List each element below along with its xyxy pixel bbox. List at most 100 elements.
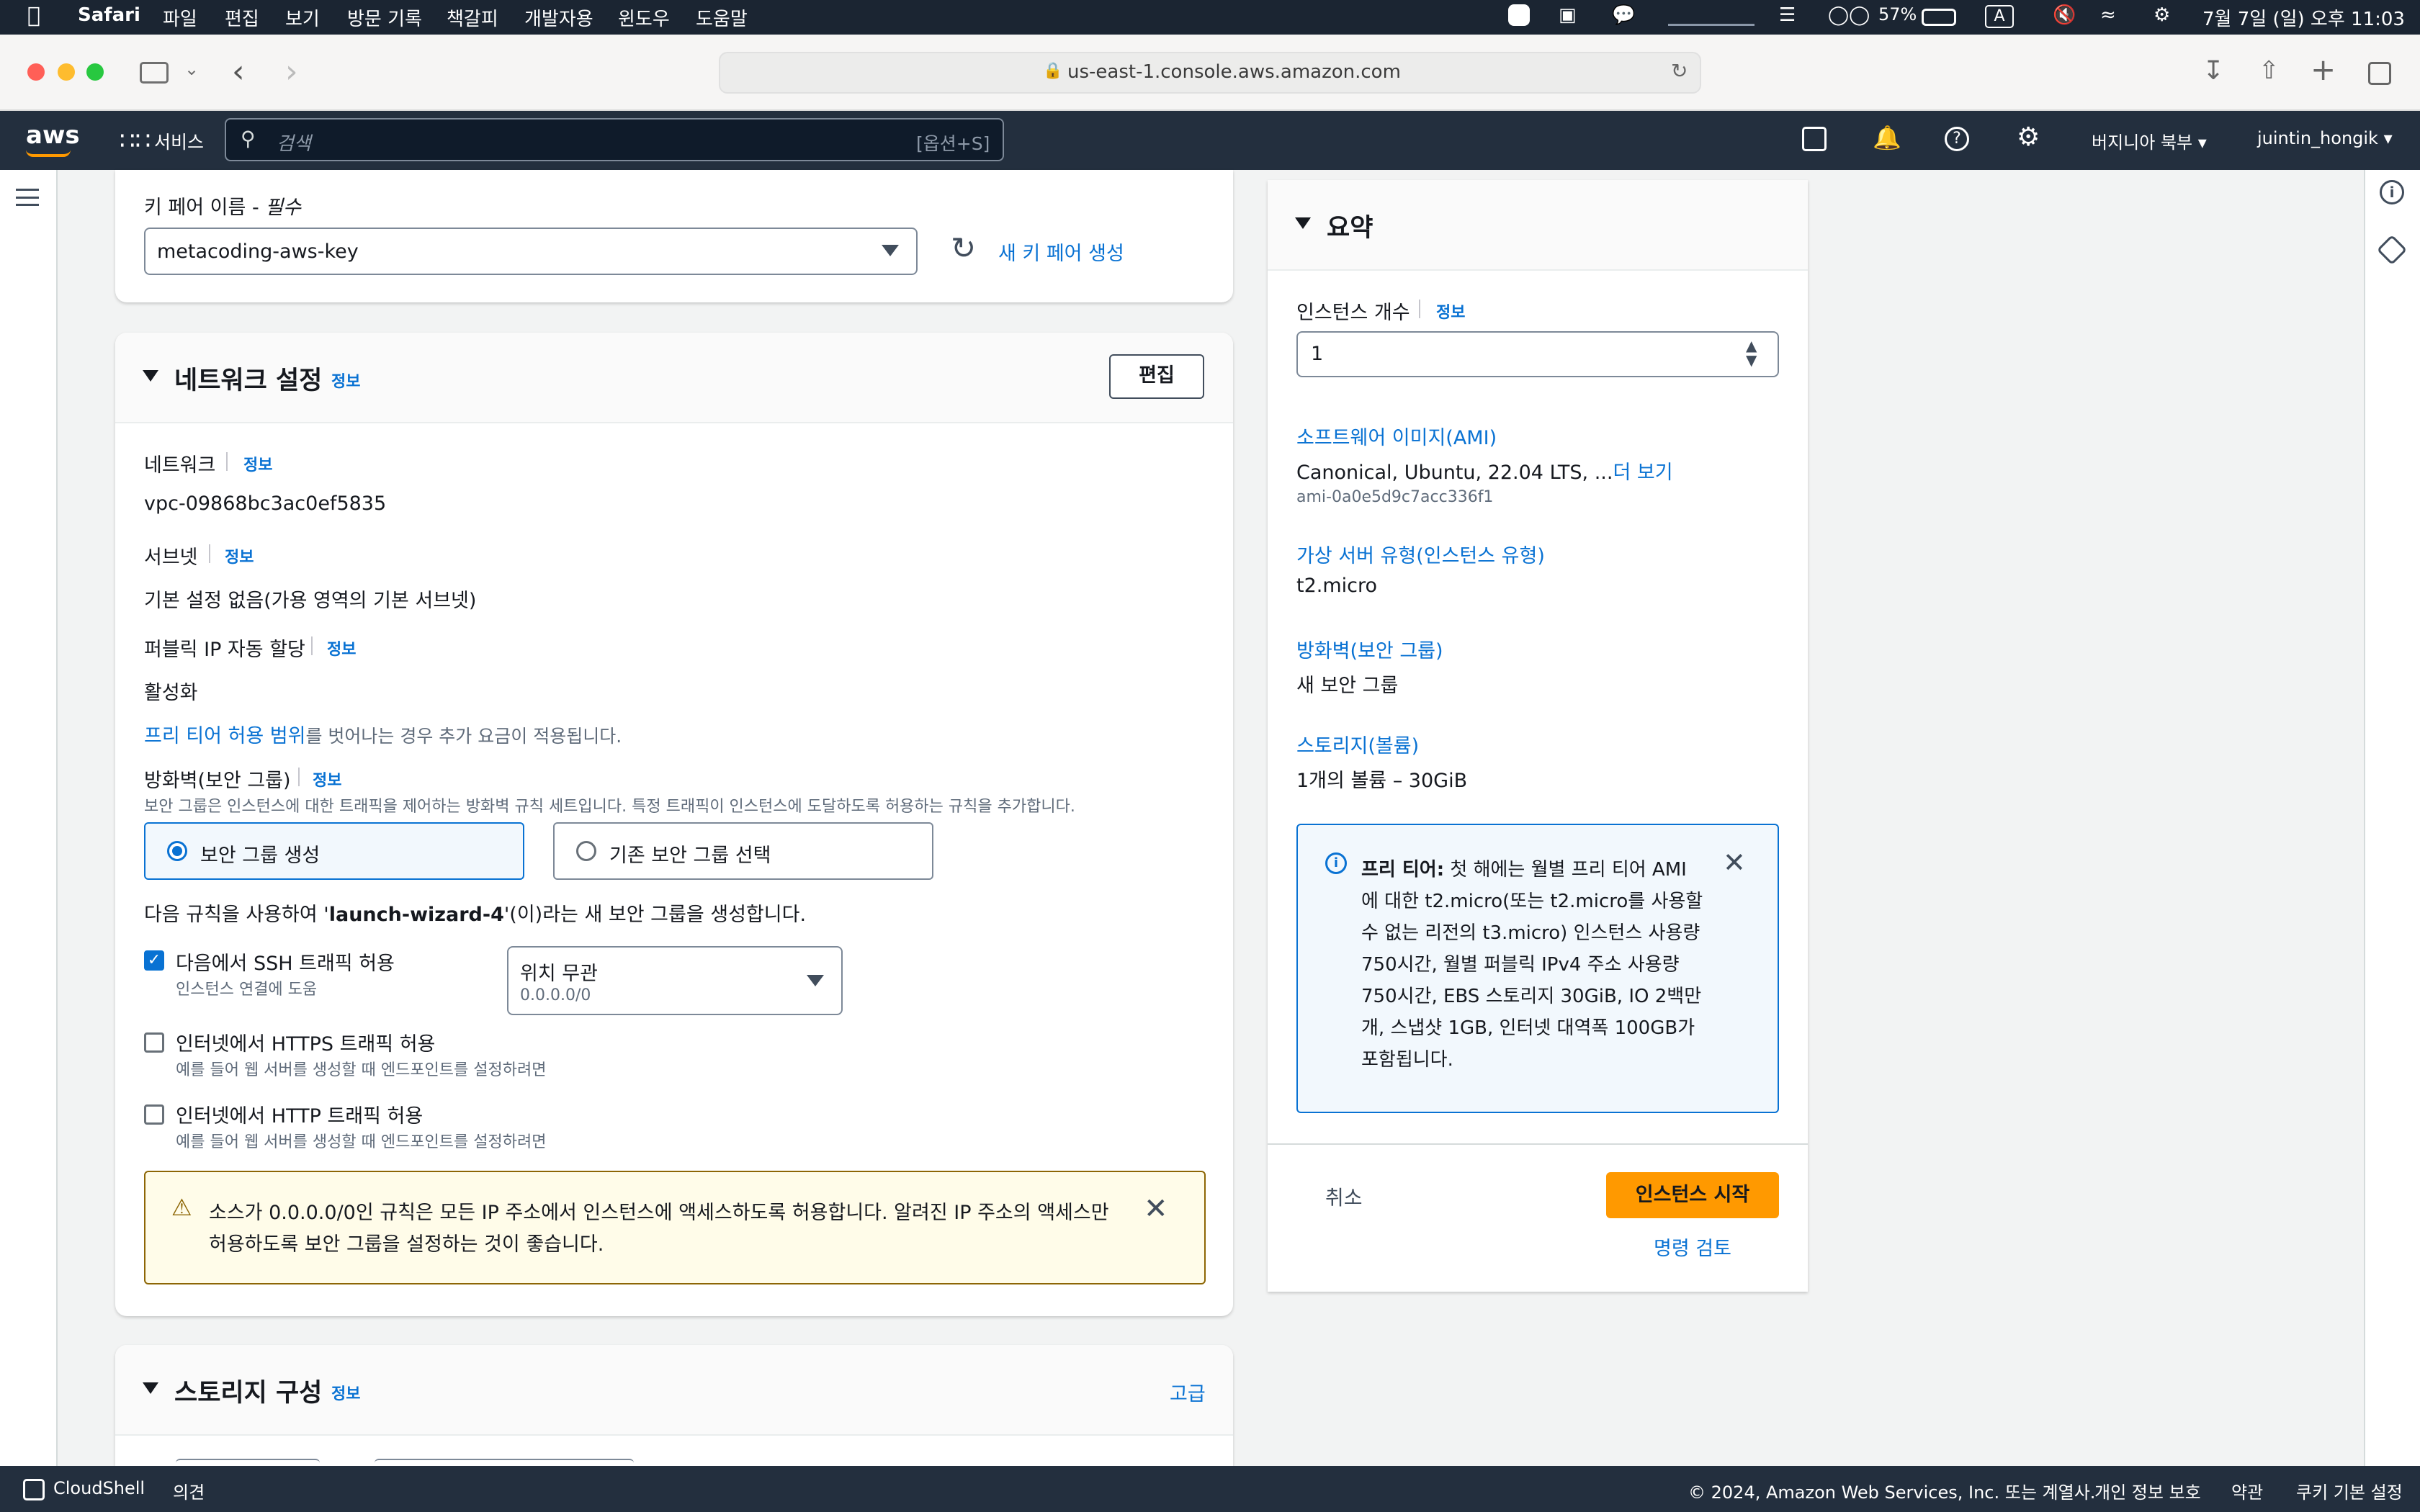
network-label-info-link[interactable]: 정보 xyxy=(243,452,272,475)
resources-panel-icon[interactable] xyxy=(2376,234,2408,266)
summary-title: 요약 xyxy=(1327,214,1373,243)
sidebar-toggle-icon[interactable] xyxy=(140,62,169,84)
ami-label[interactable]: 소프트웨어 이미지(AMI) xyxy=(1296,422,1497,450)
label-separator xyxy=(209,544,210,563)
menu-view[interactable]: 보기 xyxy=(285,4,320,31)
feedback-link[interactable]: 의견 xyxy=(173,1478,205,1503)
collapse-caret-icon[interactable] xyxy=(143,370,158,382)
ami-more-link[interactable]: 더 보기 xyxy=(1613,462,1672,484)
notifications-bell-icon[interactable]: 🔔 xyxy=(1873,124,1901,151)
edit-network-button[interactable]: 편집 xyxy=(1109,354,1204,399)
collapse-caret-icon[interactable] xyxy=(143,1382,158,1394)
free-tier-link[interactable]: 프리 티어 허용 범위 xyxy=(144,725,305,747)
apple-icon[interactable]:  xyxy=(27,3,40,28)
forward-icon[interactable]: › xyxy=(285,53,298,90)
window-minimize-button[interactable] xyxy=(58,63,75,81)
keypair-select[interactable]: metacoding-aws-key xyxy=(144,228,918,275)
share-icon[interactable]: ⇧ xyxy=(2259,56,2280,85)
window-zoom-button[interactable] xyxy=(86,63,104,81)
close-icon[interactable]: ✕ xyxy=(1144,1192,1168,1225)
battery-icon[interactable] xyxy=(1922,9,1956,26)
public-ip-info-link[interactable]: 정보 xyxy=(327,636,356,660)
cloudshell-icon[interactable] xyxy=(23,1479,45,1500)
lock-icon: 🔒 xyxy=(1043,62,1063,80)
subnet-info-link[interactable]: 정보 xyxy=(225,544,254,567)
input-source-indicator[interactable]: A xyxy=(1985,5,2014,28)
tab-overview-icon[interactable] xyxy=(2368,62,2391,85)
launch-instance-button[interactable]: 인스턴스 시작 xyxy=(1606,1172,1779,1218)
weather-widget-icon[interactable] xyxy=(1668,10,1754,26)
storage-info-link[interactable]: 정보 xyxy=(331,1381,360,1404)
services-menu[interactable]: 서비스 xyxy=(154,128,204,154)
console-search-input[interactable]: ⚲ 검색 [옵션+S] xyxy=(225,118,1004,161)
status-app-icon[interactable] xyxy=(1508,4,1530,26)
region-selector[interactable]: 버지니아 북부 ▾ xyxy=(2092,128,2207,153)
radio-existing-security-group[interactable]: 기존 보안 그룹 선택 xyxy=(553,822,933,880)
free-tier-note-text: 를 벗어나는 경우 추가 요금이 적용됩니다. xyxy=(305,726,622,747)
radio-create-security-group[interactable]: 보안 그룹 생성 xyxy=(144,822,524,880)
ssh-source-select[interactable]: 위치 무관 0.0.0.0/0 xyxy=(507,946,843,1015)
review-commands-link[interactable]: 명령 검토 xyxy=(1654,1233,1731,1261)
storage-summary-label[interactable]: 스토리지(볼륨) xyxy=(1296,730,1419,758)
keypair-required: 필수 xyxy=(265,197,301,219)
glasses-icon[interactable]: ◯◯ xyxy=(1828,4,1870,26)
services-grid-icon[interactable]: ∷∷ xyxy=(120,127,151,156)
layers-icon[interactable]: ☰ xyxy=(1779,4,1796,26)
cookie-preferences-link[interactable]: 쿠키 기본 설정 xyxy=(2296,1478,2403,1503)
warning-text-line1: 소스가 0.0.0.0/0인 규칙은 모든 IP 주소에서 인스턴스에 액세스하… xyxy=(209,1202,1109,1224)
menu-history[interactable]: 방문 기록 xyxy=(347,4,422,31)
instance-count-value: 1 xyxy=(1311,343,1324,365)
mute-icon[interactable]: 🔇 xyxy=(2053,4,2076,26)
http-checkbox[interactable] xyxy=(144,1104,164,1125)
chevron-down-icon[interactable]: ⌄ xyxy=(184,59,199,79)
stepper-icon[interactable]: ▲ ▼ xyxy=(1746,338,1757,367)
instance-count-info-link[interactable]: 정보 xyxy=(1436,300,1465,323)
new-tab-icon[interactable]: + xyxy=(2311,52,2336,87)
menu-file[interactable]: 파일 xyxy=(163,4,197,31)
ssh-checkbox[interactable]: ✓ xyxy=(144,950,164,971)
cloudshell-link[interactable]: CloudShell xyxy=(53,1478,145,1498)
info-panel-icon[interactable]: i xyxy=(2380,180,2404,204)
instance-type-label[interactable]: 가상 서버 유형(인스턴스 유형) xyxy=(1296,540,1545,568)
cancel-button[interactable]: 취소 xyxy=(1325,1182,1363,1211)
aws-logo[interactable]: aws xyxy=(26,121,80,150)
free-tier-line: 750시간, 월별 퍼블릭 IPv4 주소 사용량 xyxy=(1361,954,1680,976)
https-checkbox[interactable] xyxy=(144,1032,164,1053)
package-icon[interactable]: ▣ xyxy=(1559,4,1577,26)
account-menu[interactable]: juintin_hongik ▾ xyxy=(2257,128,2393,148)
menu-edit[interactable]: 편집 xyxy=(225,4,259,31)
instance-count-input[interactable]: 1 ▲ ▼ xyxy=(1296,331,1779,377)
create-keypair-link[interactable]: 새 키 페어 생성 xyxy=(998,238,1124,266)
radio-selected-icon xyxy=(167,841,187,861)
settings-gear-icon[interactable]: ⚙ xyxy=(2017,122,2040,152)
privacy-link[interactable]: 개인 정보 보호 xyxy=(2094,1478,2201,1503)
download-icon[interactable]: ↧ xyxy=(2202,56,2224,86)
help-icon[interactable]: ? xyxy=(1945,127,1969,151)
menu-help[interactable]: 도움말 xyxy=(696,4,748,31)
back-icon[interactable]: ‹ xyxy=(232,53,245,90)
wifi-icon[interactable]: ≈ xyxy=(2100,4,2116,26)
collapse-caret-icon[interactable] xyxy=(1295,217,1311,229)
http-label: 인터넷에서 HTTP 트래픽 허용 xyxy=(176,1105,424,1128)
firewall-info-link[interactable]: 정보 xyxy=(313,768,341,791)
window-close-button[interactable] xyxy=(27,63,45,81)
terms-link[interactable]: 약관 xyxy=(2231,1478,2263,1503)
address-bar[interactable]: 🔒 us-east-1.console.aws.amazon.com ↻ xyxy=(719,52,1701,94)
hamburger-menu-icon[interactable] xyxy=(16,189,39,206)
menu-bookmarks[interactable]: 책갈피 xyxy=(447,4,498,31)
menu-app-name[interactable]: Safari xyxy=(78,4,140,26)
menu-develop[interactable]: 개발자용 xyxy=(524,4,593,31)
storage-advanced-link[interactable]: 고급 xyxy=(1170,1378,1206,1406)
menu-window[interactable]: 윈도우 xyxy=(618,4,670,31)
chat-icon[interactable]: 💬 xyxy=(1612,4,1635,26)
menu-clock[interactable]: 7월 7일 (일) 오후 11:03 xyxy=(2202,4,2405,31)
free-tier-title: 프리 티어: xyxy=(1361,859,1445,881)
refresh-keypairs-icon[interactable]: ↻ xyxy=(951,230,976,266)
control-center-icon[interactable]: ⚙ xyxy=(2154,4,2170,26)
firewall-summary-label[interactable]: 방화벽(보안 그룹) xyxy=(1296,635,1443,663)
search-shortcut: [옵션+S] xyxy=(916,133,990,154)
reload-icon[interactable]: ↻ xyxy=(1671,59,1688,83)
network-info-link[interactable]: 정보 xyxy=(331,369,360,392)
cloudshell-icon[interactable] xyxy=(1802,127,1827,151)
aws-logo-smile-icon xyxy=(26,150,71,157)
